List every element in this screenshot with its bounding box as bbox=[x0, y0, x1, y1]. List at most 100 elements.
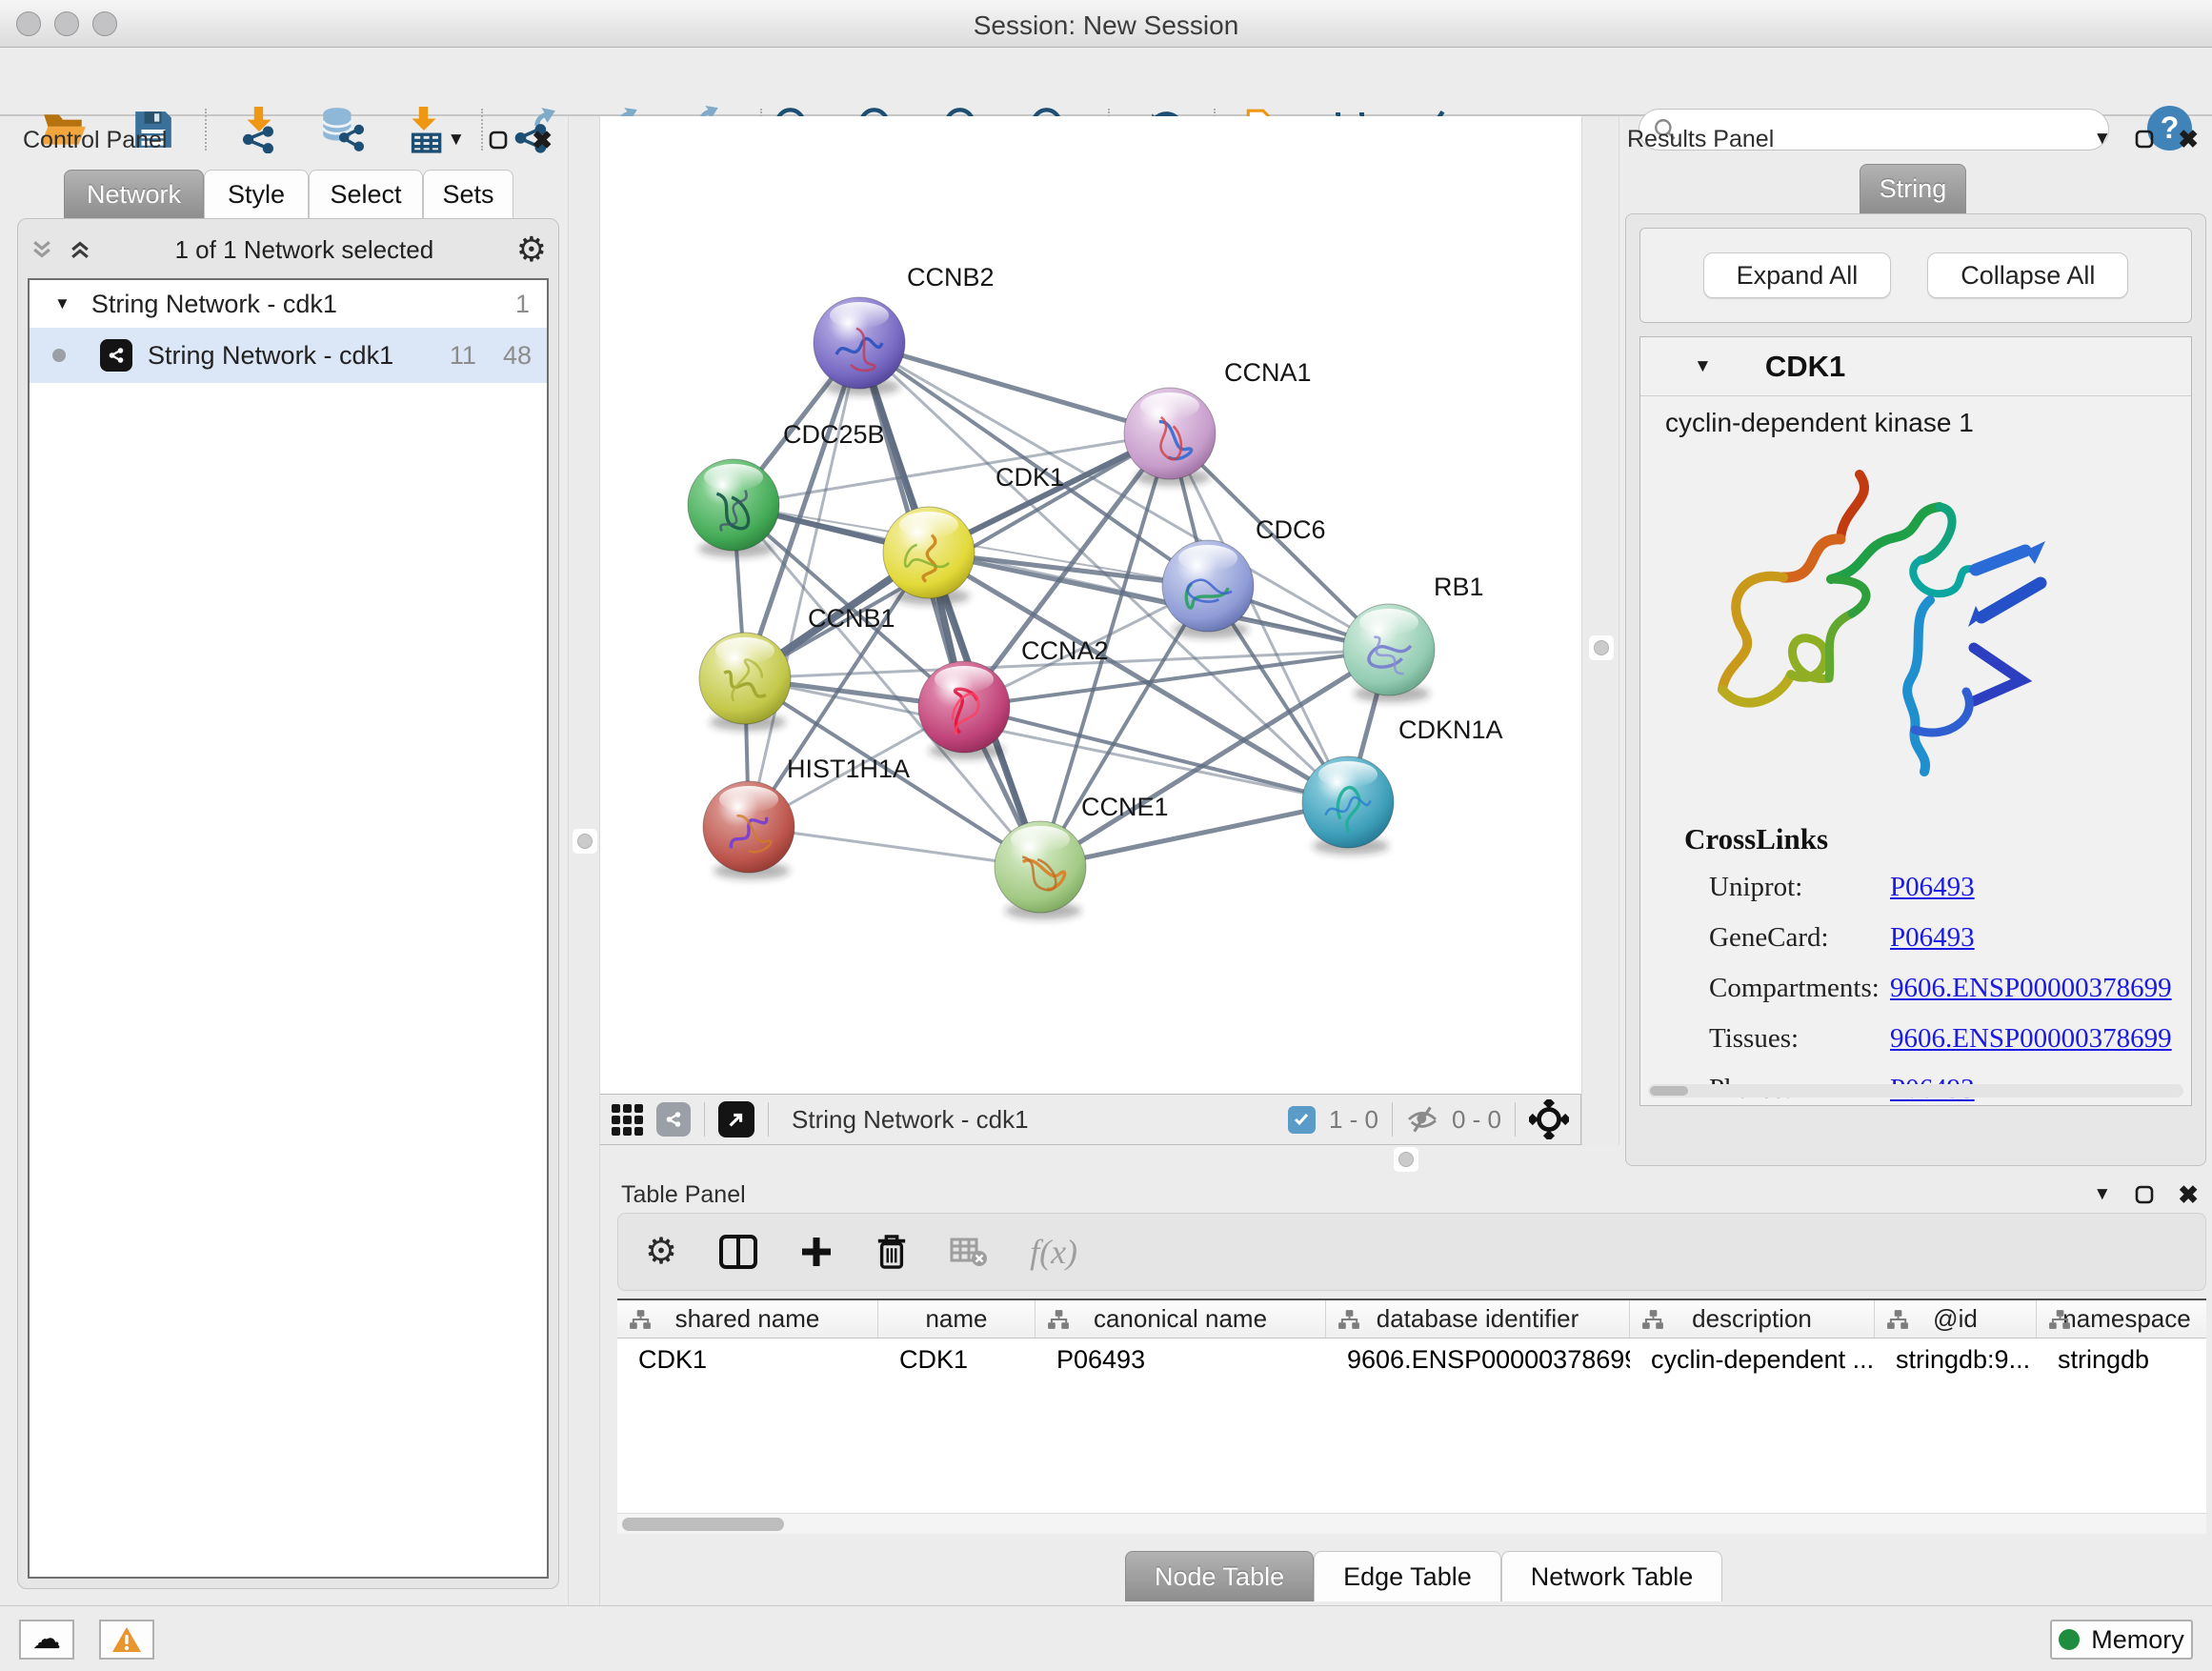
node-label: CCNB1 bbox=[808, 604, 895, 633]
network-selection-summary: 1 of 1 Network selected bbox=[92, 235, 516, 265]
create-column-plus-icon[interactable] bbox=[799, 1235, 834, 1269]
table-panel: Table Panel ▼ ✖ ⚙ f(x) shared namenameca… bbox=[600, 1174, 2212, 1605]
network-status-dot bbox=[52, 349, 66, 362]
network-row-selected[interactable]: String Network - cdk1 11 48 bbox=[30, 328, 547, 383]
protein-card-header[interactable]: ▼ CDK1 bbox=[1640, 337, 2191, 396]
float-panel-icon[interactable] bbox=[2134, 129, 2155, 150]
results-panel-title: Results Panel bbox=[1627, 126, 1774, 153]
close-panel-icon[interactable]: ✖ bbox=[2178, 127, 2199, 151]
network-canvas[interactable]: CCNB2CCNA1CDC25BCDK1CDC6RB1CCNB1CCNA2CDK… bbox=[600, 116, 1581, 1094]
share-glyph-icon bbox=[107, 346, 126, 365]
network-options-gear-icon[interactable]: ⚙ bbox=[516, 232, 547, 267]
table-header-row: shared name namecanonical name database id… bbox=[617, 1300, 2206, 1339]
control-panel: Control Panel ▼ ✖ NetworkStyleSelectSets… bbox=[8, 116, 568, 1605]
table-options-gear-icon[interactable]: ⚙ bbox=[645, 1234, 677, 1270]
network-node-CDKN1A[interactable]: CDKN1A bbox=[1302, 715, 1503, 855]
node-label: RB1 bbox=[1434, 573, 1484, 601]
network-edge[interactable] bbox=[964, 707, 1348, 802]
crosslink-value-link[interactable]: P06493 bbox=[1890, 922, 2191, 954]
splitter-handle[interactable] bbox=[577, 834, 593, 849]
cloud-icon: ☁ bbox=[32, 1625, 61, 1654]
network-edge-count: 48 bbox=[503, 341, 532, 371]
column-header-@id[interactable]: @id bbox=[1875, 1300, 2037, 1338]
close-panel-icon[interactable]: ✖ bbox=[2178, 1182, 2199, 1207]
column-label: shared name bbox=[675, 1304, 820, 1334]
column-header-name[interactable]: name bbox=[878, 1300, 1036, 1338]
collection-count: 1 bbox=[515, 290, 530, 319]
collapse-card-icon[interactable]: ▼ bbox=[1694, 356, 1712, 377]
hidden-count: 0 - 0 bbox=[1452, 1105, 1501, 1135]
memory-label: Memory bbox=[2091, 1625, 2184, 1655]
node-label: CDC6 bbox=[1256, 515, 1326, 544]
collection-expand-icon[interactable]: ▼ bbox=[54, 294, 70, 313]
panel-menu-icon[interactable]: ▼ bbox=[2093, 1184, 2111, 1205]
crosslink-row: GeneCard:P06493 bbox=[1709, 913, 2191, 963]
crosslinks-list: Uniprot:P06493GeneCard:P06493Compartment… bbox=[1640, 862, 2191, 1106]
network-node-CCNA1[interactable]: CCNA1 bbox=[1124, 358, 1312, 486]
tab-style[interactable]: Style bbox=[204, 170, 309, 219]
delete-table-icon bbox=[950, 1236, 988, 1268]
tab-select[interactable]: Select bbox=[309, 170, 423, 219]
panel-menu-icon[interactable]: ▼ bbox=[2093, 129, 2111, 150]
collapse-all-button[interactable]: Collapse All bbox=[1927, 252, 2128, 298]
crosslink-value-link[interactable]: 9606.ENSP00000378699 bbox=[1890, 1023, 2191, 1055]
table-row[interactable]: CDK1CDK1P064939606.ENSP00000378699cyclin… bbox=[617, 1339, 2206, 1380]
expand-all-icon[interactable] bbox=[68, 237, 92, 262]
node-label: CCNA2 bbox=[1021, 636, 1109, 665]
cloud-status-button[interactable]: ☁ bbox=[19, 1620, 74, 1660]
table-cell: P06493 bbox=[1036, 1339, 1326, 1380]
splitter-handle[interactable] bbox=[1398, 1152, 1414, 1167]
detach-view-button[interactable] bbox=[718, 1101, 754, 1137]
panel-menu-icon[interactable]: ▼ bbox=[447, 130, 465, 151]
table-horizontal-scrollbar[interactable] bbox=[617, 1513, 2206, 1534]
crosslink-label: Compartments: bbox=[1709, 973, 1890, 1004]
splitter-handle[interactable] bbox=[1594, 640, 1609, 655]
protein-name: CDK1 bbox=[1765, 350, 1845, 384]
tab-sets[interactable]: Sets bbox=[423, 170, 513, 219]
control-panel-title: Control Panel bbox=[23, 127, 167, 154]
expand-all-button[interactable]: Expand All bbox=[1703, 252, 1892, 298]
delete-column-trash-icon[interactable] bbox=[875, 1233, 908, 1271]
network-node-count: 11 bbox=[450, 341, 476, 371]
network-collection-row[interactable]: ▼ String Network - cdk1 1 bbox=[30, 280, 547, 328]
column-header-namespace[interactable]: namespace bbox=[2037, 1300, 2206, 1338]
table-cell: cyclin-dependent ... bbox=[1630, 1339, 1875, 1380]
window-title: Session: New Session bbox=[0, 10, 2212, 41]
string-results-container: Expand All Collapse All ▼ CDK1 cyclin-de… bbox=[1625, 213, 2206, 1166]
center-view-crosshair-icon[interactable] bbox=[1529, 1099, 1569, 1139]
tab-string[interactable]: String bbox=[1860, 164, 1966, 213]
column-header-database-identifier[interactable]: database identifier bbox=[1326, 1300, 1630, 1338]
node-label: CCNE1 bbox=[1081, 793, 1169, 821]
network-label: String Network - cdk1 bbox=[148, 341, 393, 371]
card-horizontal-scrollbar[interactable] bbox=[1648, 1084, 2183, 1097]
column-header-shared-name[interactable]: shared name bbox=[617, 1300, 878, 1338]
close-panel-icon[interactable]: ✖ bbox=[532, 128, 553, 152]
column-label: database identifier bbox=[1377, 1304, 1579, 1334]
tab-edge-table[interactable]: Edge Table bbox=[1314, 1551, 1501, 1601]
float-panel-icon[interactable] bbox=[2134, 1184, 2155, 1205]
network-node-CDK1[interactable]: CDK1 bbox=[883, 463, 1064, 605]
network-node-RB1[interactable]: RB1 bbox=[1343, 573, 1484, 702]
tab-network-table[interactable]: Network Table bbox=[1501, 1551, 1723, 1601]
crosslink-value-link[interactable]: P06493 bbox=[1890, 872, 2191, 903]
selected-checkbox-icon[interactable] bbox=[1288, 1106, 1316, 1134]
warnings-button[interactable] bbox=[99, 1620, 154, 1660]
right-splitter[interactable] bbox=[1581, 116, 1619, 1145]
tab-node-table[interactable]: Node Table bbox=[1125, 1551, 1314, 1601]
network-node-HIST1H1A[interactable]: HIST1H1A bbox=[703, 755, 910, 879]
birdseye-grid-icon[interactable] bbox=[612, 1104, 643, 1136]
crosslink-value-link[interactable]: 9606.ENSP00000378699 bbox=[1890, 973, 2191, 1004]
show-columns-icon[interactable] bbox=[719, 1235, 757, 1269]
left-splitter[interactable] bbox=[568, 116, 600, 1605]
network-column-icon bbox=[1641, 1309, 1664, 1330]
tab-network[interactable]: Network bbox=[64, 170, 204, 219]
memory-button[interactable]: Memory bbox=[2050, 1620, 2193, 1660]
column-header-description[interactable]: description bbox=[1630, 1300, 1875, 1338]
column-header-canonical-name[interactable]: canonical name bbox=[1036, 1300, 1326, 1338]
string-tab-label: String bbox=[1880, 174, 1947, 204]
collapse-all-icon[interactable] bbox=[30, 237, 54, 262]
node-table: shared name namecanonical name database id… bbox=[617, 1299, 2206, 1534]
network-graph[interactable]: CCNB2CCNA1CDC25BCDK1CDC6RB1CCNB1CCNA2CDK… bbox=[600, 116, 1581, 1094]
float-panel-icon[interactable] bbox=[488, 130, 509, 151]
network-type-icon[interactable] bbox=[656, 1102, 691, 1137]
